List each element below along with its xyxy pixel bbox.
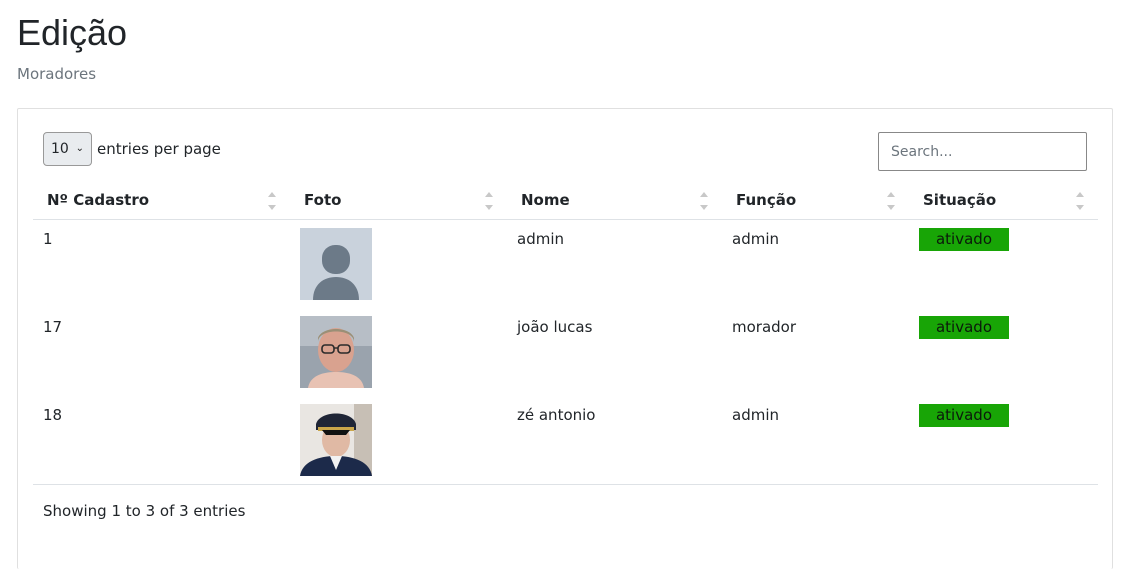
table-row: 1 admin admin ativado [33,220,1098,309]
status-badge: ativado [919,316,1009,339]
cell-id: 1 [43,230,53,248]
column-label: Foto [304,191,342,209]
entries-per-page-label: entries per page [97,140,221,158]
search-input[interactable] [878,132,1087,171]
sort-icon [700,190,708,212]
column-header-funcao[interactable]: Função [722,181,909,220]
cell-role: admin [722,396,909,485]
sort-icon [268,190,276,212]
chevron-down-icon: ⌄ [75,143,84,154]
table-header-row: Nº Cadastro Foto Nome Função Situação [33,181,1098,220]
column-label: Situação [923,191,997,209]
status-badge: ativado [919,228,1009,251]
table-controls: 10 ⌄ entries per page [18,109,1112,179]
breadcrumb[interactable]: Moradores [17,64,96,84]
table-info: Showing 1 to 3 of 3 entries [43,502,246,520]
cell-name: zé antonio [507,396,722,485]
cell-photo [290,220,507,309]
cell-role: admin [732,230,779,248]
cell-id: 18 [33,396,290,485]
entries-per-page-value: 10 [51,141,69,157]
residents-table: Nº Cadastro Foto Nome Função Situação 1 … [33,181,1098,485]
cell-id: 17 [43,318,63,336]
page-title: Edição [17,12,128,53]
column-header-foto[interactable]: Foto [290,181,507,220]
column-label: Nome [521,191,570,209]
sort-icon [485,190,493,212]
table-row: 17 joão lucas morador ativado [33,308,1098,396]
sort-icon [1076,190,1084,212]
cell-status: ativado [909,308,1098,396]
cell-status: ativado [909,396,1098,485]
column-header-nome[interactable]: Nome [507,181,722,220]
entries-per-page-select[interactable]: 10 ⌄ [43,132,92,166]
column-label: Função [736,191,797,209]
column-label: Nº Cadastro [47,191,150,209]
user-photo-icon [300,404,372,476]
cell-role: morador [732,318,797,336]
cell-status: ativado [909,220,1098,309]
user-photo-icon [300,316,372,388]
column-header-situacao[interactable]: Situação [909,181,1098,220]
status-badge: ativado [919,404,1009,427]
default-avatar-icon [300,228,372,300]
column-header-cadastro[interactable]: Nº Cadastro [33,181,290,220]
table-row: 18 zé antonio admin ativado [33,396,1098,485]
cell-name: joão lucas [517,318,593,336]
cell-photo [290,396,507,485]
cell-photo [290,308,507,396]
sort-icon [887,190,895,212]
table-card: 10 ⌄ entries per page Nº Cadastro Foto N… [17,108,1113,569]
cell-name: admin [517,230,564,248]
